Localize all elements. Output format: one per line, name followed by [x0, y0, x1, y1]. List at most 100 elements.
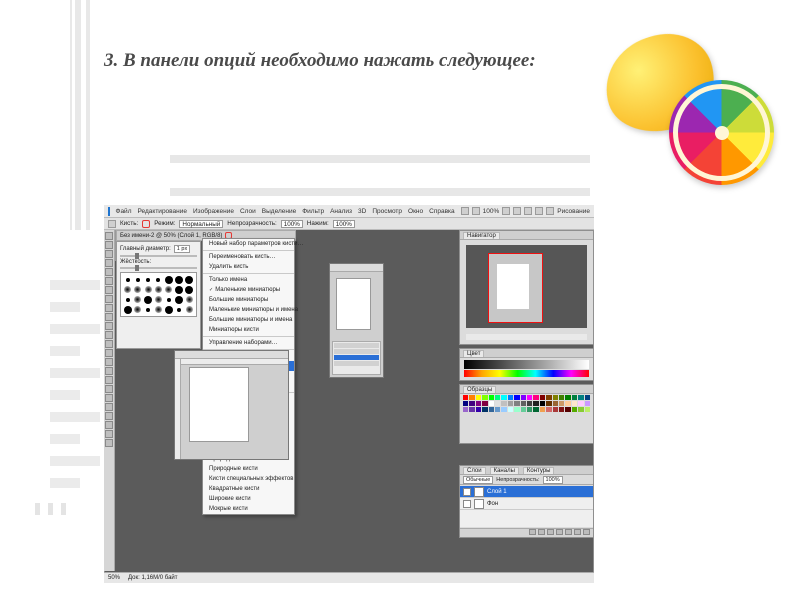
group-icon[interactable]	[565, 529, 572, 535]
swatch[interactable]	[469, 395, 474, 400]
swatch[interactable]	[463, 395, 468, 400]
brush-thumb[interactable]	[154, 305, 163, 314]
brush-thumb[interactable]	[164, 275, 173, 284]
swap-colors-icon[interactable]	[105, 421, 113, 429]
hand-tool-icon[interactable]	[105, 403, 113, 411]
menu-item[interactable]: Справка	[429, 208, 455, 215]
swatch[interactable]	[489, 401, 494, 406]
pen-tool-icon[interactable]	[105, 358, 113, 366]
swatch[interactable]	[559, 401, 564, 406]
status-zoom[interactable]: 50%	[108, 575, 120, 581]
panel-tab[interactable]: Образцы	[463, 386, 496, 393]
swatch[interactable]	[508, 395, 513, 400]
swatch[interactable]	[559, 407, 564, 412]
menu-item[interactable]: Изображение	[193, 208, 234, 215]
swatch[interactable]	[482, 401, 487, 406]
menu-item[interactable]: Просмотр	[372, 208, 402, 215]
quickmask-icon[interactable]	[105, 439, 113, 447]
visibility-icon[interactable]	[463, 488, 471, 496]
swatch[interactable]	[553, 395, 558, 400]
menu-item[interactable]: Мокрые кисти	[203, 504, 294, 514]
menu-item[interactable]: Фильтр	[302, 208, 324, 215]
swatch[interactable]	[527, 395, 532, 400]
arrange-icon[interactable]	[535, 207, 543, 215]
brush-thumb[interactable]	[133, 285, 142, 294]
opacity-field[interactable]: 100%	[543, 476, 563, 484]
swatch[interactable]	[533, 401, 538, 406]
brush-thumb[interactable]	[185, 275, 194, 284]
swatch[interactable]	[553, 407, 558, 412]
brush-thumb[interactable]	[185, 295, 194, 304]
menu-item[interactable]: Выделение	[262, 208, 296, 215]
document-window-1[interactable]	[174, 350, 289, 460]
visibility-icon[interactable]	[463, 500, 471, 508]
wand-tool-icon[interactable]	[105, 259, 113, 267]
swatch[interactable]	[578, 401, 583, 406]
fg-bg-icon[interactable]	[105, 430, 113, 438]
hand-icon[interactable]	[502, 207, 510, 215]
lasso-tool-icon[interactable]	[105, 250, 113, 258]
menu-item[interactable]: Маленькие миниатюры и имена	[203, 305, 294, 315]
3d-tool-icon[interactable]	[105, 394, 113, 402]
eraser-tool-icon[interactable]	[105, 322, 113, 330]
brush-thumb[interactable]	[133, 305, 142, 314]
swatch[interactable]	[527, 401, 532, 406]
swatch[interactable]	[540, 395, 545, 400]
brush-thumb[interactable]	[174, 305, 183, 314]
brush-thumb[interactable]	[133, 275, 142, 284]
brush-thumb[interactable]	[123, 295, 132, 304]
swatch[interactable]	[565, 401, 570, 406]
swatch[interactable]	[482, 407, 487, 412]
workspace-switcher[interactable]: Рисование	[557, 208, 590, 215]
swatch[interactable]	[521, 407, 526, 412]
swatch[interactable]	[495, 401, 500, 406]
brush-thumb[interactable]	[133, 295, 142, 304]
gradient-tool-icon[interactable]	[105, 331, 113, 339]
swatch[interactable]	[508, 401, 513, 406]
swatch[interactable]	[572, 407, 577, 412]
brush-thumb[interactable]	[123, 285, 132, 294]
menu-item[interactable]: Новый набор параметров кисти…	[203, 239, 294, 249]
swatch[interactable]	[540, 401, 545, 406]
swatch[interactable]	[514, 401, 519, 406]
swatch[interactable]	[527, 407, 532, 412]
swatch[interactable]	[476, 401, 481, 406]
swatch[interactable]	[501, 395, 506, 400]
brush-thumb[interactable]	[123, 275, 132, 284]
swatch[interactable]	[495, 395, 500, 400]
menu-item[interactable]: Управление наборами…	[203, 338, 294, 348]
type-tool-icon[interactable]	[105, 367, 113, 375]
swatch[interactable]	[489, 407, 494, 412]
menu-item[interactable]: Окно	[408, 208, 423, 215]
color-ramp[interactable]	[464, 360, 589, 369]
history-brush-icon[interactable]	[105, 313, 113, 321]
document-window-2[interactable]	[329, 263, 384, 378]
diameter-slider[interactable]	[120, 255, 197, 257]
brush-thumb[interactable]	[144, 305, 153, 314]
history-item[interactable]	[334, 361, 379, 366]
blend-mode-select[interactable]: Нормальный	[179, 220, 223, 228]
brush-thumb[interactable]	[154, 295, 163, 304]
menu-item[interactable]: Квадратные кисти	[203, 484, 294, 494]
menu-item[interactable]: Файл	[116, 208, 132, 215]
navigator-view[interactable]	[466, 245, 587, 328]
brush-thumb[interactable]	[174, 285, 183, 294]
layer-row[interactable]: Фон	[460, 498, 593, 510]
swatch[interactable]	[521, 395, 526, 400]
menu-item[interactable]: Переименовать кисть…	[203, 252, 294, 262]
swatch[interactable]	[585, 407, 590, 412]
swatch[interactable]	[585, 395, 590, 400]
navigator-zoom-slider[interactable]	[466, 334, 587, 340]
path-tool-icon[interactable]	[105, 376, 113, 384]
swatch[interactable]	[476, 407, 481, 412]
swatch[interactable]	[578, 407, 583, 412]
brush-thumb[interactable]	[144, 285, 153, 294]
swatch[interactable]	[565, 395, 570, 400]
swatch[interactable]	[469, 407, 474, 412]
swatch[interactable]	[546, 407, 551, 412]
screen-icon[interactable]	[546, 207, 554, 215]
toolbar-icon[interactable]	[461, 207, 469, 215]
navigator-thumb[interactable]	[488, 253, 543, 323]
swatch[interactable]	[514, 395, 519, 400]
tool-preset-icon[interactable]	[108, 220, 116, 228]
